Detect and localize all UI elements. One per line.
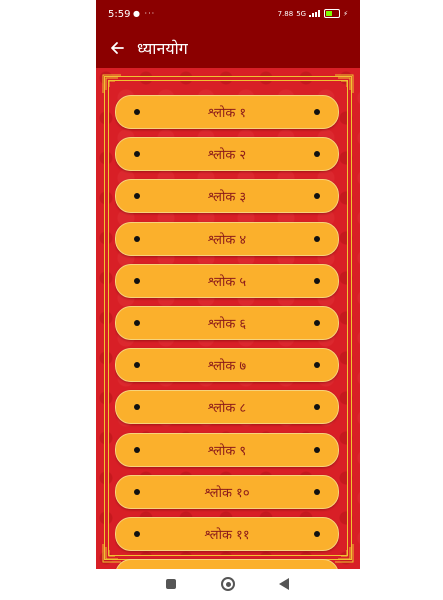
circle-icon[interactable] <box>221 577 235 591</box>
verse-button[interactable]: श्लोक ५ <box>115 263 339 298</box>
verse-button[interactable]: श्लोक ६ <box>115 305 339 340</box>
signal-icon <box>309 10 321 17</box>
verse-label: श्लोक १ <box>207 106 247 121</box>
verse-label: श्लोक ११ <box>204 527 250 543</box>
bullet-icon <box>314 151 320 158</box>
battery-icon <box>324 9 341 18</box>
verse-button[interactable]: श्लोक १० <box>115 474 339 509</box>
bullet-icon <box>134 446 140 453</box>
bullet-icon <box>314 235 320 242</box>
verse-button[interactable]: श्लोक १२ <box>115 559 339 569</box>
bullet-icon <box>134 362 140 369</box>
app-bar: ध्यानयोग <box>96 30 360 68</box>
verse-button[interactable]: श्लोक ४ <box>115 221 339 256</box>
verse-label: श्लोक १० <box>204 485 250 501</box>
corner-ornament-icon <box>335 74 354 93</box>
status-bar: 5:59 ● ··· 7.88 5G ⚡ <box>96 0 360 30</box>
verse-button[interactable]: श्लोक ३ <box>115 179 339 214</box>
bullet-icon <box>134 235 140 242</box>
verse-label: श्लोक ९ <box>207 443 247 459</box>
bullet-icon <box>134 530 140 537</box>
verse-label: श्लोक ८ <box>207 401 247 417</box>
verse-button[interactable]: श्लोक १ <box>115 95 339 129</box>
verse-button[interactable]: श्लोक २ <box>115 137 339 172</box>
verse-label: श्लोक २ <box>207 148 247 164</box>
content-area[interactable]: श्लोक १ श्लोक २ श्लोक ३ श्लोक ४ श्लोक ५ श्लोक… <box>96 68 360 569</box>
verse-label: श्लोक ७ <box>207 359 247 375</box>
square-icon[interactable] <box>166 579 176 589</box>
page-title: ध्यानयोग <box>137 39 188 58</box>
bullet-icon <box>134 319 140 326</box>
verse-label: श्लोक ३ <box>207 190 247 206</box>
bullet-icon <box>314 277 320 284</box>
bullet-icon <box>134 109 140 115</box>
bullet-icon <box>314 530 320 537</box>
corner-ornament-icon <box>102 74 121 93</box>
verse-label: श्लोक ४ <box>207 232 247 248</box>
charging-icon: ⚡ <box>343 9 348 18</box>
notification-icons: ● ··· <box>133 9 156 18</box>
phone-screen: 5:59 ● ··· 7.88 5G ⚡ ध्यानयोग श्लोक १ श्… <box>96 0 360 600</box>
bullet-icon <box>314 488 320 495</box>
verse-button[interactable]: श्लोक ११ <box>115 516 339 551</box>
system-nav-bar <box>96 569 360 600</box>
verse-label: श्लोक ५ <box>207 274 247 290</box>
verse-button[interactable]: श्लोक ७ <box>115 348 339 383</box>
net-speed: 7.88 <box>277 9 294 18</box>
bullet-icon <box>134 404 140 411</box>
verse-button[interactable]: श्लोक ९ <box>115 432 339 467</box>
bullet-icon <box>134 151 140 158</box>
bullet-icon <box>134 277 140 284</box>
bullet-icon <box>314 446 320 453</box>
arrow-left-icon[interactable] <box>108 39 126 57</box>
bullet-icon <box>134 488 140 495</box>
verse-list[interactable]: श्लोक १ श्लोक २ श्लोक ३ श्लोक ४ श्लोक ५ श्लोक… <box>115 95 339 569</box>
bullet-icon <box>314 404 320 411</box>
bullet-icon <box>134 193 140 200</box>
status-icons: 7.88 5G ⚡ <box>278 9 348 18</box>
bullet-icon <box>314 109 320 115</box>
bullet-icon <box>314 193 320 200</box>
verse-label: श्लोक ६ <box>207 316 247 332</box>
verse-button[interactable]: श्लोक ८ <box>115 390 339 425</box>
status-time: 5:59 <box>108 9 131 20</box>
network-type: 5G <box>296 9 307 18</box>
bullet-icon <box>314 319 320 326</box>
triangle-back-icon[interactable] <box>279 578 289 590</box>
bullet-icon <box>314 362 320 369</box>
